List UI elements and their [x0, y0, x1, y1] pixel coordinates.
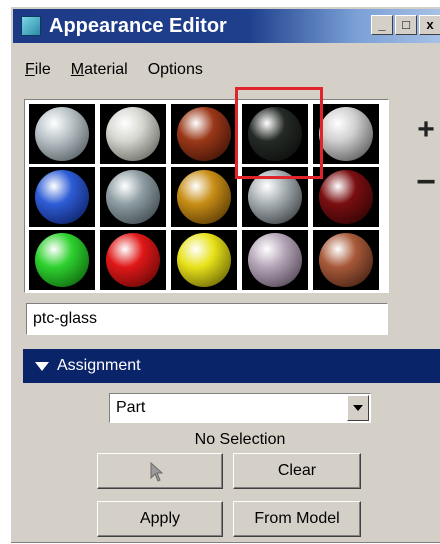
appearance-swatch[interactable]: [242, 230, 308, 290]
sphere-swatch-icon: [35, 170, 89, 224]
apply-button[interactable]: Apply: [97, 501, 223, 537]
swatch-grid: [29, 104, 379, 290]
collapse-triangle-icon: [35, 362, 49, 371]
title-bar[interactable]: Appearance Editor _ □ x: [13, 9, 440, 43]
minimize-button[interactable]: _: [371, 15, 393, 35]
sphere-swatch-icon: [319, 107, 373, 161]
menu-file[interactable]: File: [25, 61, 51, 79]
menu-bar: File Material Options: [25, 61, 203, 79]
sphere-swatch-icon: [106, 233, 160, 287]
from-model-button[interactable]: From Model: [233, 501, 361, 537]
appearance-swatch[interactable]: [29, 230, 95, 290]
appearance-swatch[interactable]: [100, 167, 166, 227]
window-controls: _ □ x: [371, 15, 440, 35]
assignment-label: Assignment: [57, 357, 141, 374]
sphere-swatch-icon: [177, 170, 231, 224]
appearance-editor-window: Appearance Editor _ □ x File Material Op…: [10, 6, 440, 543]
dropdown-arrow-icon[interactable]: [347, 395, 369, 421]
appearance-swatch[interactable]: [171, 104, 237, 164]
appearance-swatch[interactable]: [29, 104, 95, 164]
appearance-swatch[interactable]: [171, 230, 237, 290]
appearance-swatch[interactable]: [29, 167, 95, 227]
sphere-swatch-icon: [106, 170, 160, 224]
assignment-section-header[interactable]: Assignment: [23, 349, 440, 383]
selection-status: No Selection: [194, 431, 286, 448]
appearance-swatch[interactable]: [100, 104, 166, 164]
pick-selection-button[interactable]: [97, 453, 223, 489]
app-icon: [21, 16, 41, 36]
sphere-swatch-icon: [35, 233, 89, 287]
menu-options[interactable]: Options: [148, 61, 203, 79]
selected-swatch-highlight: [235, 87, 323, 179]
sphere-swatch-icon: [106, 107, 160, 161]
assignment-target-select[interactable]: Part: [109, 393, 371, 423]
add-appearance-button[interactable]: +: [411, 115, 440, 145]
clear-button[interactable]: Clear: [233, 453, 361, 489]
assignment-target-value: Part: [116, 399, 146, 416]
menu-material[interactable]: Material: [71, 61, 128, 79]
sphere-swatch-icon: [319, 170, 373, 224]
appearance-swatch[interactable]: [171, 167, 237, 227]
sphere-swatch-icon: [35, 107, 89, 161]
appearance-swatch[interactable]: [313, 230, 379, 290]
remove-appearance-button[interactable]: −: [411, 165, 440, 199]
appearance-palette: [24, 99, 389, 293]
window-title: Appearance Editor: [49, 15, 227, 37]
sphere-swatch-icon: [319, 233, 373, 287]
sphere-swatch-icon: [177, 233, 231, 287]
close-button[interactable]: x: [419, 15, 440, 35]
pointer-icon: [150, 462, 164, 482]
sphere-swatch-icon: [248, 233, 302, 287]
maximize-button[interactable]: □: [395, 15, 417, 35]
material-name-field[interactable]: ptc-glass: [26, 303, 388, 335]
appearance-swatch[interactable]: [100, 230, 166, 290]
sphere-swatch-icon: [177, 107, 231, 161]
